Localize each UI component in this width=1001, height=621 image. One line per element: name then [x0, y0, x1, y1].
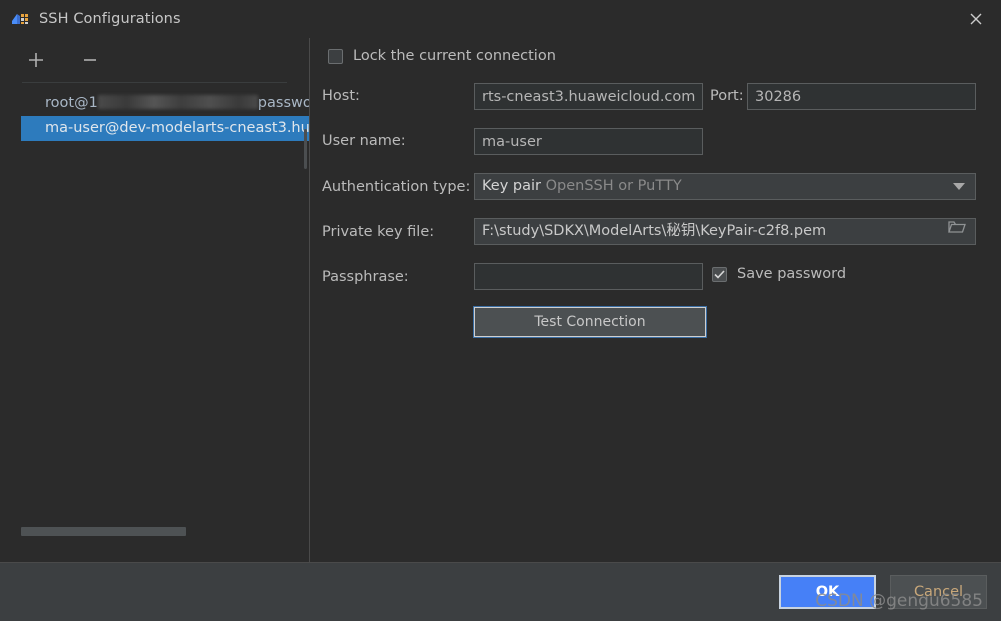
chevron-down-icon[interactable] [953, 183, 965, 190]
test-connection-button[interactable]: Test Connection [473, 306, 707, 338]
horizontal-scrollbar[interactable] [21, 527, 295, 536]
ssh-configurations-dialog: SSH Configurations root@1 passwo ma-user… [0, 0, 1001, 621]
auth-type-row: Authentication type: [322, 179, 470, 195]
port-input[interactable]: 30286 [747, 83, 976, 110]
passphrase-input[interactable] [474, 263, 703, 290]
redacted-text [97, 95, 258, 109]
configurations-panel: root@1 password ma-user@dev-modelarts-cne… [0, 38, 309, 562]
list-item-selected[interactable]: ma-user@dev-modelarts-cneast3.hu [21, 116, 309, 141]
dialog-body: root@1 password ma-user@dev-modelarts-cne… [0, 38, 1001, 562]
dialog-footer: OK Cancel CSDN @gengu6585 [0, 563, 1001, 621]
username-label: User name: [322, 133, 406, 149]
plus-icon[interactable] [22, 46, 50, 74]
private-key-row: Private key file: [322, 224, 434, 240]
list-toolbar [0, 38, 309, 82]
title-bar: SSH Configurations [0, 0, 1001, 38]
list-item-label-prefix: root@1 [45, 95, 98, 111]
connection-form: Lock the current connection Host: rts-cn… [310, 38, 1001, 562]
username-row: User name: [322, 133, 406, 149]
save-password-checkbox[interactable] [712, 266, 727, 282]
lock-connection-label: Lock the current connection [353, 48, 556, 64]
port-row: Port: [710, 88, 744, 104]
passphrase-row: Passphrase: [322, 269, 409, 285]
auth-type-hint: OpenSSH or PuTTY [545, 178, 682, 194]
minus-icon[interactable] [76, 46, 104, 74]
close-icon[interactable] [951, 0, 1001, 38]
horizontal-scrollbar-thumb[interactable] [21, 527, 186, 536]
configurations-list[interactable]: root@1 password ma-user@dev-modelarts-cne… [0, 83, 309, 562]
host-label: Host: [322, 88, 360, 104]
host-row: Host: [322, 88, 360, 104]
auth-type-value: Key pair [482, 178, 541, 194]
port-label: Port: [710, 88, 744, 104]
save-password-row: Save password [712, 266, 846, 282]
ok-button[interactable]: OK [779, 575, 876, 609]
vertical-scrollbar-thumb[interactable] [304, 129, 307, 169]
private-key-value: F:\study\SDKX\ModelArts\秘钥\KeyPair-c2f8.… [482, 223, 827, 239]
list-item-label: ma-user@dev-modelarts-cneast3.hu [45, 120, 309, 136]
window-title: SSH Configurations [39, 11, 181, 27]
username-input[interactable]: ma-user [474, 128, 703, 155]
passphrase-label: Passphrase: [322, 269, 409, 285]
folder-icon[interactable] [948, 219, 966, 244]
list-item-label-suffix: password [257, 95, 309, 111]
list-item[interactable]: root@1 password [21, 91, 309, 116]
remote-host-icon [11, 10, 29, 28]
lock-connection-row: Lock the current connection [328, 48, 556, 64]
private-key-input[interactable]: F:\study\SDKX\ModelArts\秘钥\KeyPair-c2f8.… [474, 218, 976, 245]
auth-type-label: Authentication type: [322, 179, 471, 195]
private-key-label: Private key file: [322, 224, 435, 240]
auth-type-dropdown[interactable]: Key pair OpenSSH or PuTTY [474, 173, 976, 200]
cancel-button[interactable]: Cancel [890, 575, 987, 609]
host-input[interactable]: rts-cneast3.huaweicloud.com [474, 83, 703, 110]
save-password-label: Save password [737, 266, 847, 282]
lock-connection-checkbox[interactable] [328, 48, 343, 64]
connection-form-panel: Lock the current connection Host: rts-cn… [310, 38, 1001, 562]
